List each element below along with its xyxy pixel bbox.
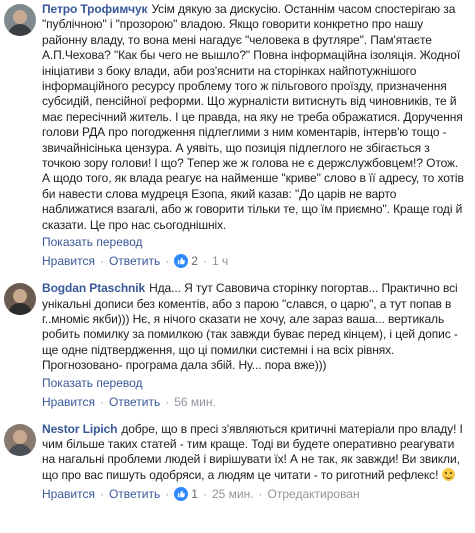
- smiling-face-emoji-icon: [441, 467, 455, 481]
- timestamp[interactable]: 56 мин.: [174, 394, 216, 410]
- comment-actions: Нравится · Ответить · 2 · 1 ч: [42, 253, 469, 269]
- like-button[interactable]: Нравится: [42, 486, 95, 502]
- comment-text: Bogdan Ptaschnik Нда... Я тут Савовича ст…: [42, 281, 458, 373]
- timestamp[interactable]: 1 ч: [212, 253, 228, 269]
- separator: ·: [99, 254, 104, 269]
- avatar[interactable]: [4, 283, 36, 316]
- separator: ·: [99, 487, 104, 502]
- like-button[interactable]: Нравится: [42, 394, 95, 410]
- reply-button[interactable]: Ответить: [109, 486, 160, 502]
- reaction-count: 1: [191, 487, 198, 502]
- avatar[interactable]: [4, 423, 36, 456]
- comment-2: Bogdan Ptaschnik Нда... Я тут Савовича ст…: [0, 281, 475, 409]
- show-translation-link[interactable]: Показать перевод: [42, 234, 469, 250]
- comment-actions: Нравится · Ответить · 56 мин.: [42, 394, 469, 410]
- separator: ·: [202, 254, 207, 269]
- show-translation-link[interactable]: Показать перевод: [42, 375, 469, 391]
- reply-button[interactable]: Ответить: [109, 394, 160, 410]
- reactions[interactable]: 2: [174, 253, 198, 269]
- separator: ·: [165, 394, 170, 409]
- thumbs-up-icon: [174, 487, 189, 502]
- comment-actions: Нравится · Ответить · 1 · 25 мин. · Отре…: [42, 486, 469, 502]
- reactions[interactable]: 1: [174, 486, 198, 502]
- comment-text: Петро Трофимчук Усім дякую за дискусію. О…: [42, 2, 464, 232]
- author-name[interactable]: Bogdan Ptaschnik: [42, 281, 145, 295]
- separator: ·: [99, 394, 104, 409]
- separator: ·: [165, 254, 170, 269]
- separator: ·: [202, 487, 207, 502]
- avatar[interactable]: [4, 4, 36, 36]
- thumbs-up-icon: [174, 254, 189, 269]
- author-name[interactable]: Nestor Lipich: [42, 422, 117, 436]
- like-button[interactable]: Нравится: [42, 253, 95, 269]
- author-name[interactable]: Петро Трофимчук: [42, 2, 148, 16]
- timestamp[interactable]: 25 мин.: [212, 486, 254, 502]
- comment-text: Nestor Lipich добре, що в пресі з'являють…: [42, 421, 463, 482]
- edited-label[interactable]: Отредактирован: [268, 486, 360, 502]
- comment-1: Петро Трофимчук Усім дякую за дискусію. О…: [0, 2, 475, 269]
- comment-3: Nestor Lipich добре, що в пресі з'являють…: [0, 422, 475, 503]
- reaction-count: 2: [191, 254, 198, 269]
- separator: ·: [165, 487, 170, 502]
- separator: ·: [258, 487, 263, 502]
- reply-button[interactable]: Ответить: [109, 253, 160, 269]
